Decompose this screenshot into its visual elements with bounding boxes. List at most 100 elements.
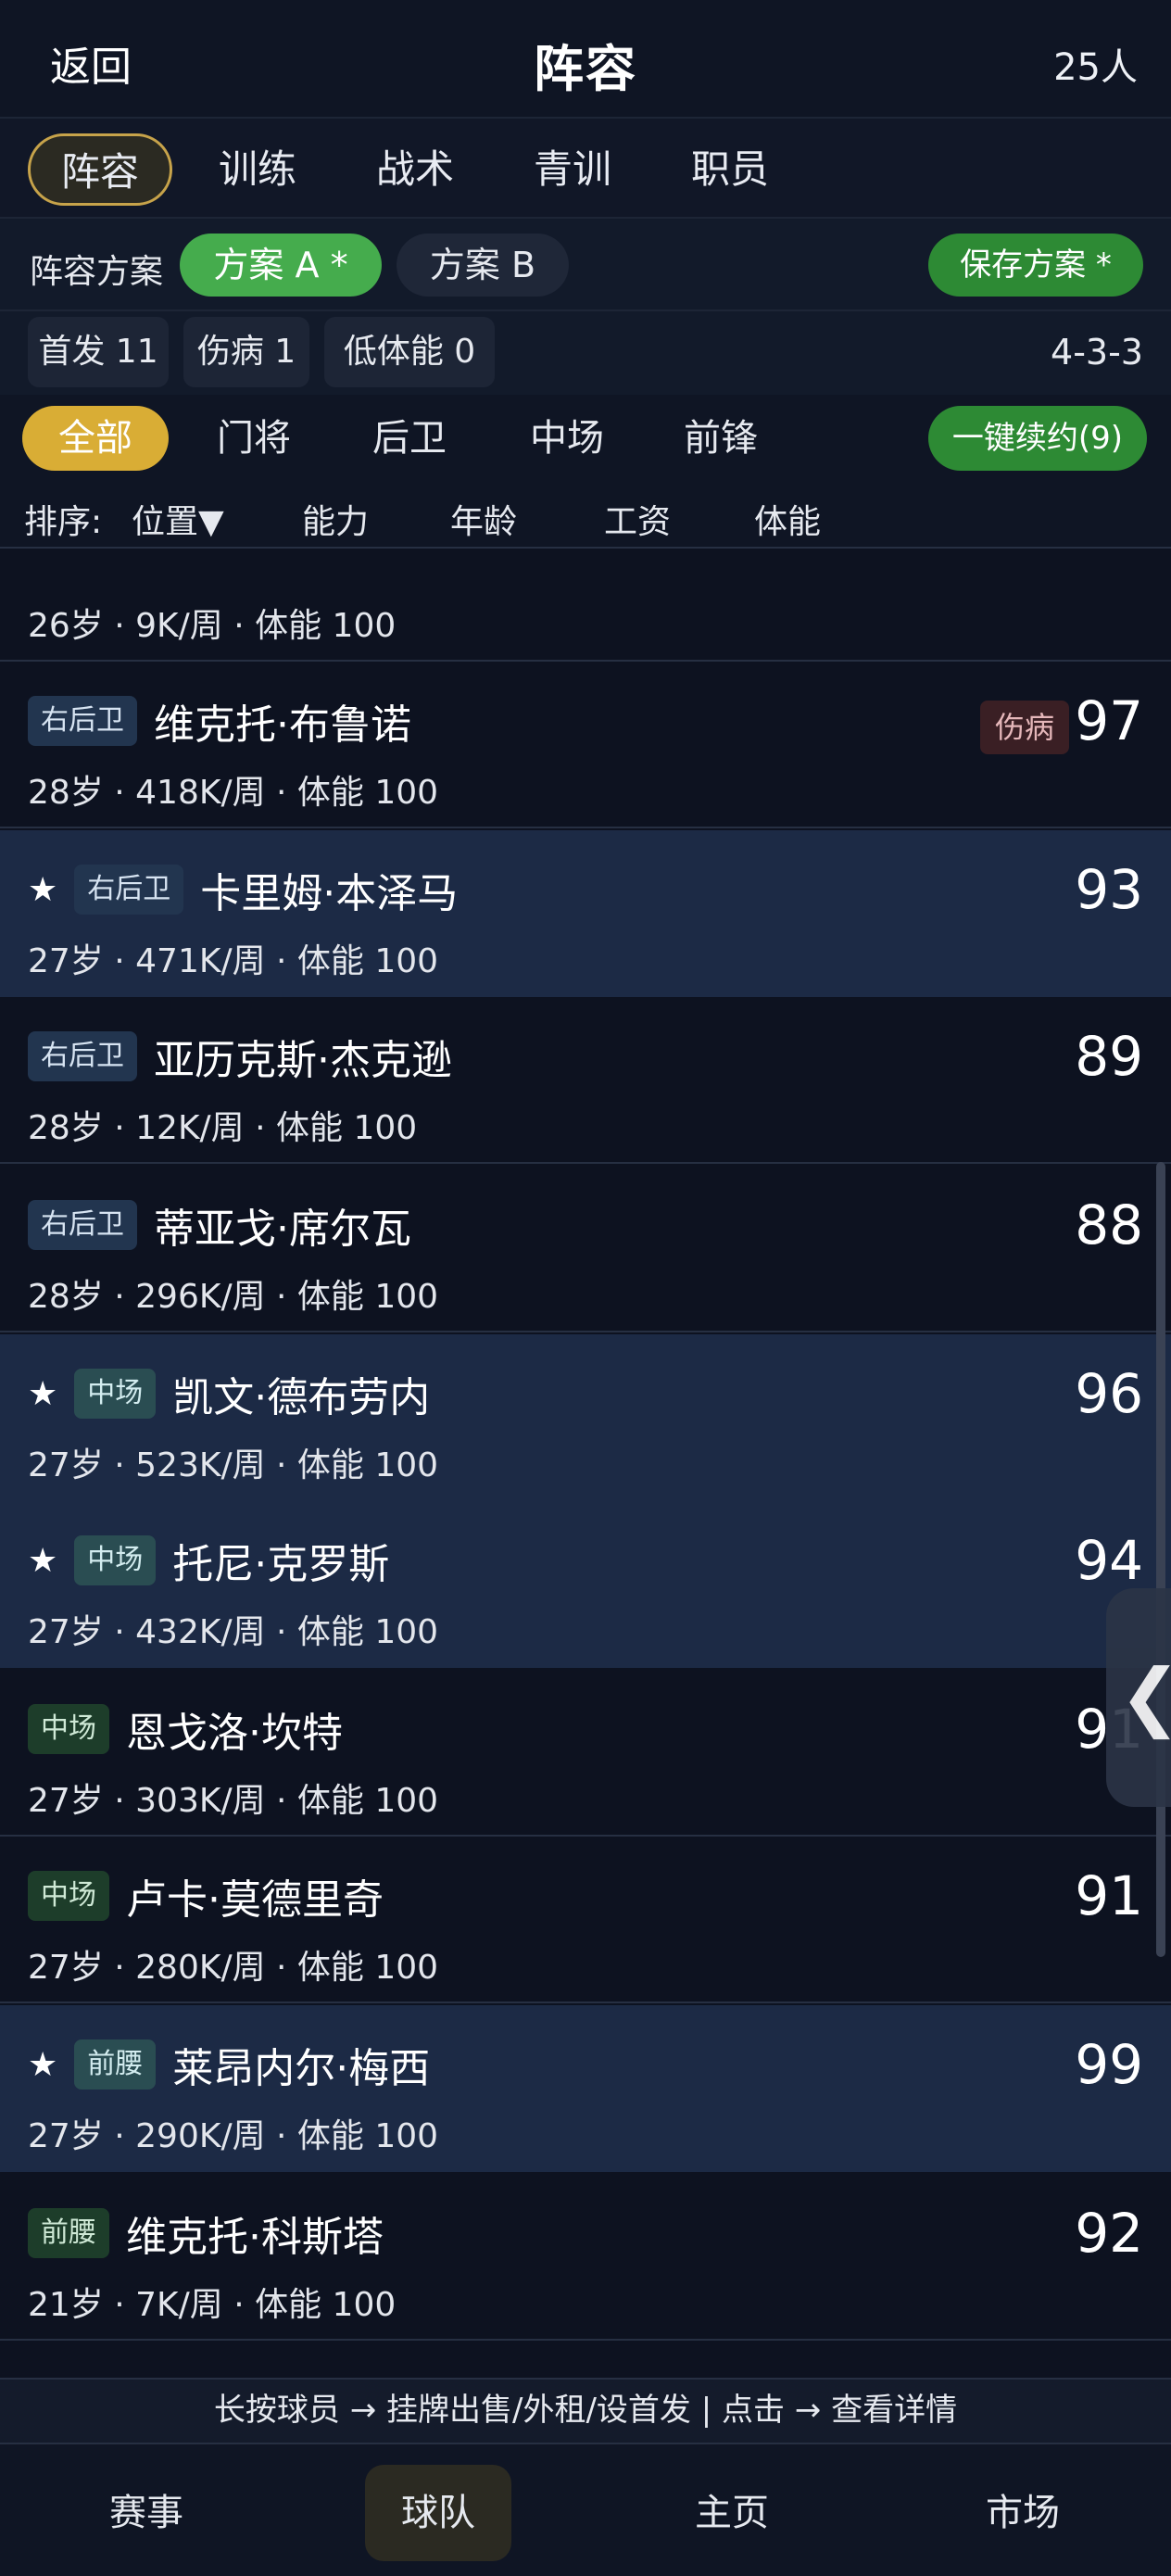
list-item[interactable]: 中场 卢卡·莫德里奇 27岁 · 280K/周 · 体能 100 91 <box>0 1837 1171 2003</box>
list-item[interactable]: ★ 中场 凯文·德布劳内 27岁 · 523K/周 · 体能 100 96 <box>0 1334 1171 1501</box>
player-name: 莱昂内尔·梅西 <box>172 2045 431 2092</box>
position-badge: 中场 <box>28 1871 109 1921</box>
tab-tactics[interactable]: 战术 <box>359 133 471 206</box>
player-meta: 27岁 · 303K/周 · 体能 100 <box>28 1782 439 1820</box>
player-name: 亚历克斯·杰克逊 <box>154 1037 452 1084</box>
list-item[interactable]: ★ 前腰 莱昂内尔·梅西 27岁 · 290K/周 · 体能 100 99 <box>0 2005 1171 2172</box>
player-name: 恩戈洛·坎特 <box>126 1710 343 1757</box>
nav-team[interactable]: 球队 <box>365 2465 511 2561</box>
star-icon: ★ <box>28 1541 58 1580</box>
player-rating: 93 <box>1075 858 1143 921</box>
sort-age[interactable]: 年龄 <box>450 495 517 543</box>
sort-position[interactable]: 位置▼ <box>132 495 224 543</box>
position-badge: 右后卫 <box>28 1031 137 1081</box>
renew-all-button[interactable]: 一键续约(9) <box>928 406 1147 471</box>
player-rating: 89 <box>1075 1025 1143 1088</box>
plan-b-button[interactable]: 方案 B <box>397 234 569 297</box>
position-badge: 右后卫 <box>28 1200 137 1250</box>
player-meta: 27岁 · 280K/周 · 体能 100 <box>28 1949 439 1987</box>
player-rating: 99 <box>1075 2033 1143 2096</box>
position-badge: 中场 <box>74 1369 157 1419</box>
player-name: 蒂亚戈·席尔瓦 <box>154 1206 411 1253</box>
player-count: 25人 <box>1053 46 1138 89</box>
list-item[interactable]: 前腰 维克托·科斯塔 21岁 · 7K/周 · 体能 100 92 <box>0 2174 1171 2341</box>
side-panel-handle[interactable]: ❮ <box>1106 1588 1171 1807</box>
bottom-nav: 赛事 球队 主页 市场 <box>0 2443 1171 2576</box>
tab-squad[interactable]: 阵容 <box>28 133 172 206</box>
player-meta: 27岁 · 523K/周 · 体能 100 <box>28 1446 439 1484</box>
sort-wage[interactable]: 工资 <box>604 495 671 543</box>
hint-bar: 长按球员 → 挂牌出售/外租/设首发 | 点击 → 查看详情 <box>0 2378 1171 2443</box>
player-rating: 96 <box>1075 1362 1143 1425</box>
scheme-label: 阵容方案 <box>30 253 164 291</box>
star-icon: ★ <box>28 1374 58 1413</box>
player-meta: 26岁 · 9K/周 · 体能 100 <box>28 607 397 645</box>
list-item[interactable]: 26岁 · 9K/周 · 体能 100 <box>0 549 1171 662</box>
player-name: 维克托·科斯塔 <box>126 2214 384 2261</box>
player-meta: 28岁 · 418K/周 · 体能 100 <box>28 774 439 812</box>
list-item[interactable]: 中场 恩戈洛·坎特 27岁 · 303K/周 · 体能 100 91 <box>0 1670 1171 1837</box>
scheme-bar: 阵容方案 方案 A * 方案 B 保存方案 * <box>0 219 1171 311</box>
list-item[interactable] <box>0 2342 1171 2378</box>
position-filters: 全部 门将 后卫 中场 前锋 一键续约(9) <box>0 395 1171 484</box>
player-rating: 97 <box>1075 689 1143 752</box>
filter-midfielder[interactable]: 中场 <box>511 406 623 471</box>
tab-youth[interactable]: 青训 <box>517 133 628 206</box>
section-tabs: 阵容 训练 战术 青训 职员 <box>0 119 1171 219</box>
sort-bar: 排序: 位置▼ 能力 年龄 工资 体能 <box>0 484 1171 549</box>
page-title: 阵容 <box>534 40 637 98</box>
player-rating: 88 <box>1075 1193 1143 1256</box>
position-badge: 中场 <box>28 1704 109 1754</box>
top-bar: 返回 阵容 25人 <box>0 0 1171 119</box>
injury-badge: 伤病 <box>979 701 1069 754</box>
filter-forward[interactable]: 前锋 <box>665 406 776 471</box>
tab-training[interactable]: 训练 <box>202 133 313 206</box>
player-meta: 27岁 · 471K/周 · 体能 100 <box>28 942 439 980</box>
list-item[interactable]: 右后卫 蒂亚戈·席尔瓦 28岁 · 296K/周 · 体能 100 88 <box>0 1166 1171 1332</box>
player-rating: 94 <box>1075 1529 1143 1592</box>
player-name: 托尼·克罗斯 <box>172 1541 390 1588</box>
nav-home[interactable]: 主页 <box>667 2465 797 2561</box>
player-rating: 92 <box>1075 2202 1143 2265</box>
star-icon: ★ <box>28 2045 58 2084</box>
position-badge: 右后卫 <box>28 696 137 746</box>
collapse-icon: ❮ <box>1119 1653 1171 1739</box>
formation-label: 4-3-3 <box>1051 332 1143 373</box>
position-badge: 前腰 <box>74 2039 157 2090</box>
position-badge: 前腰 <box>28 2208 109 2258</box>
nav-matches[interactable]: 赛事 <box>82 2465 211 2561</box>
position-badge: 右后卫 <box>74 865 184 915</box>
injured-stat: 伤病 1 <box>183 317 309 387</box>
sort-label: 排序: <box>24 503 103 541</box>
save-scheme-button[interactable]: 保存方案 * <box>928 234 1143 297</box>
position-badge: 中场 <box>74 1535 157 1585</box>
filter-goalkeeper[interactable]: 门将 <box>198 406 309 471</box>
list-item[interactable]: ★ 右后卫 卡里姆·本泽马 27岁 · 471K/周 · 体能 100 93 <box>0 830 1171 997</box>
player-meta: 28岁 · 296K/周 · 体能 100 <box>28 1278 439 1316</box>
player-meta: 27岁 · 290K/周 · 体能 100 <box>28 2117 439 2155</box>
filter-defender[interactable]: 后卫 <box>354 406 465 471</box>
list-item[interactable]: ★ 中场 托尼·克罗斯 27岁 · 432K/周 · 体能 100 94 <box>0 1501 1171 1668</box>
starters-stat: 首发 11 <box>28 317 169 387</box>
player-rating: 91 <box>1075 1864 1143 1927</box>
list-item[interactable]: 右后卫 亚历克斯·杰克逊 28岁 · 12K/周 · 体能 100 89 <box>0 997 1171 1164</box>
player-meta: 27岁 · 432K/周 · 体能 100 <box>28 1613 439 1651</box>
sort-stamina[interactable]: 体能 <box>754 495 821 543</box>
player-name: 维克托·布鲁诺 <box>154 701 411 749</box>
squad-stats: 首发 11 伤病 1 低体能 0 4-3-3 <box>0 311 1171 395</box>
list-item[interactable]: 右后卫 维克托·布鲁诺 28岁 · 418K/周 · 体能 100 伤病 97 <box>0 662 1171 828</box>
player-meta: 21岁 · 7K/周 · 体能 100 <box>28 2286 397 2324</box>
star-icon: ★ <box>28 870 58 909</box>
sort-ability[interactable]: 能力 <box>302 495 369 543</box>
low-stamina-stat: 低体能 0 <box>324 317 495 387</box>
player-name: 卡里姆·本泽马 <box>200 870 459 917</box>
tab-staff[interactable]: 职员 <box>674 133 786 206</box>
player-list[interactable]: 26岁 · 9K/周 · 体能 100 右后卫 维克托·布鲁诺 28岁 · 41… <box>0 549 1171 2378</box>
filter-all[interactable]: 全部 <box>22 406 169 471</box>
player-meta: 28岁 · 12K/周 · 体能 100 <box>28 1109 418 1147</box>
list-scrollbar[interactable] <box>1156 1162 1165 1957</box>
player-name: 凯文·德布劳内 <box>172 1374 431 1421</box>
plan-a-button[interactable]: 方案 A * <box>180 234 382 297</box>
nav-market[interactable]: 市场 <box>958 2465 1088 2561</box>
player-name: 卢卡·莫德里奇 <box>126 1876 384 1924</box>
